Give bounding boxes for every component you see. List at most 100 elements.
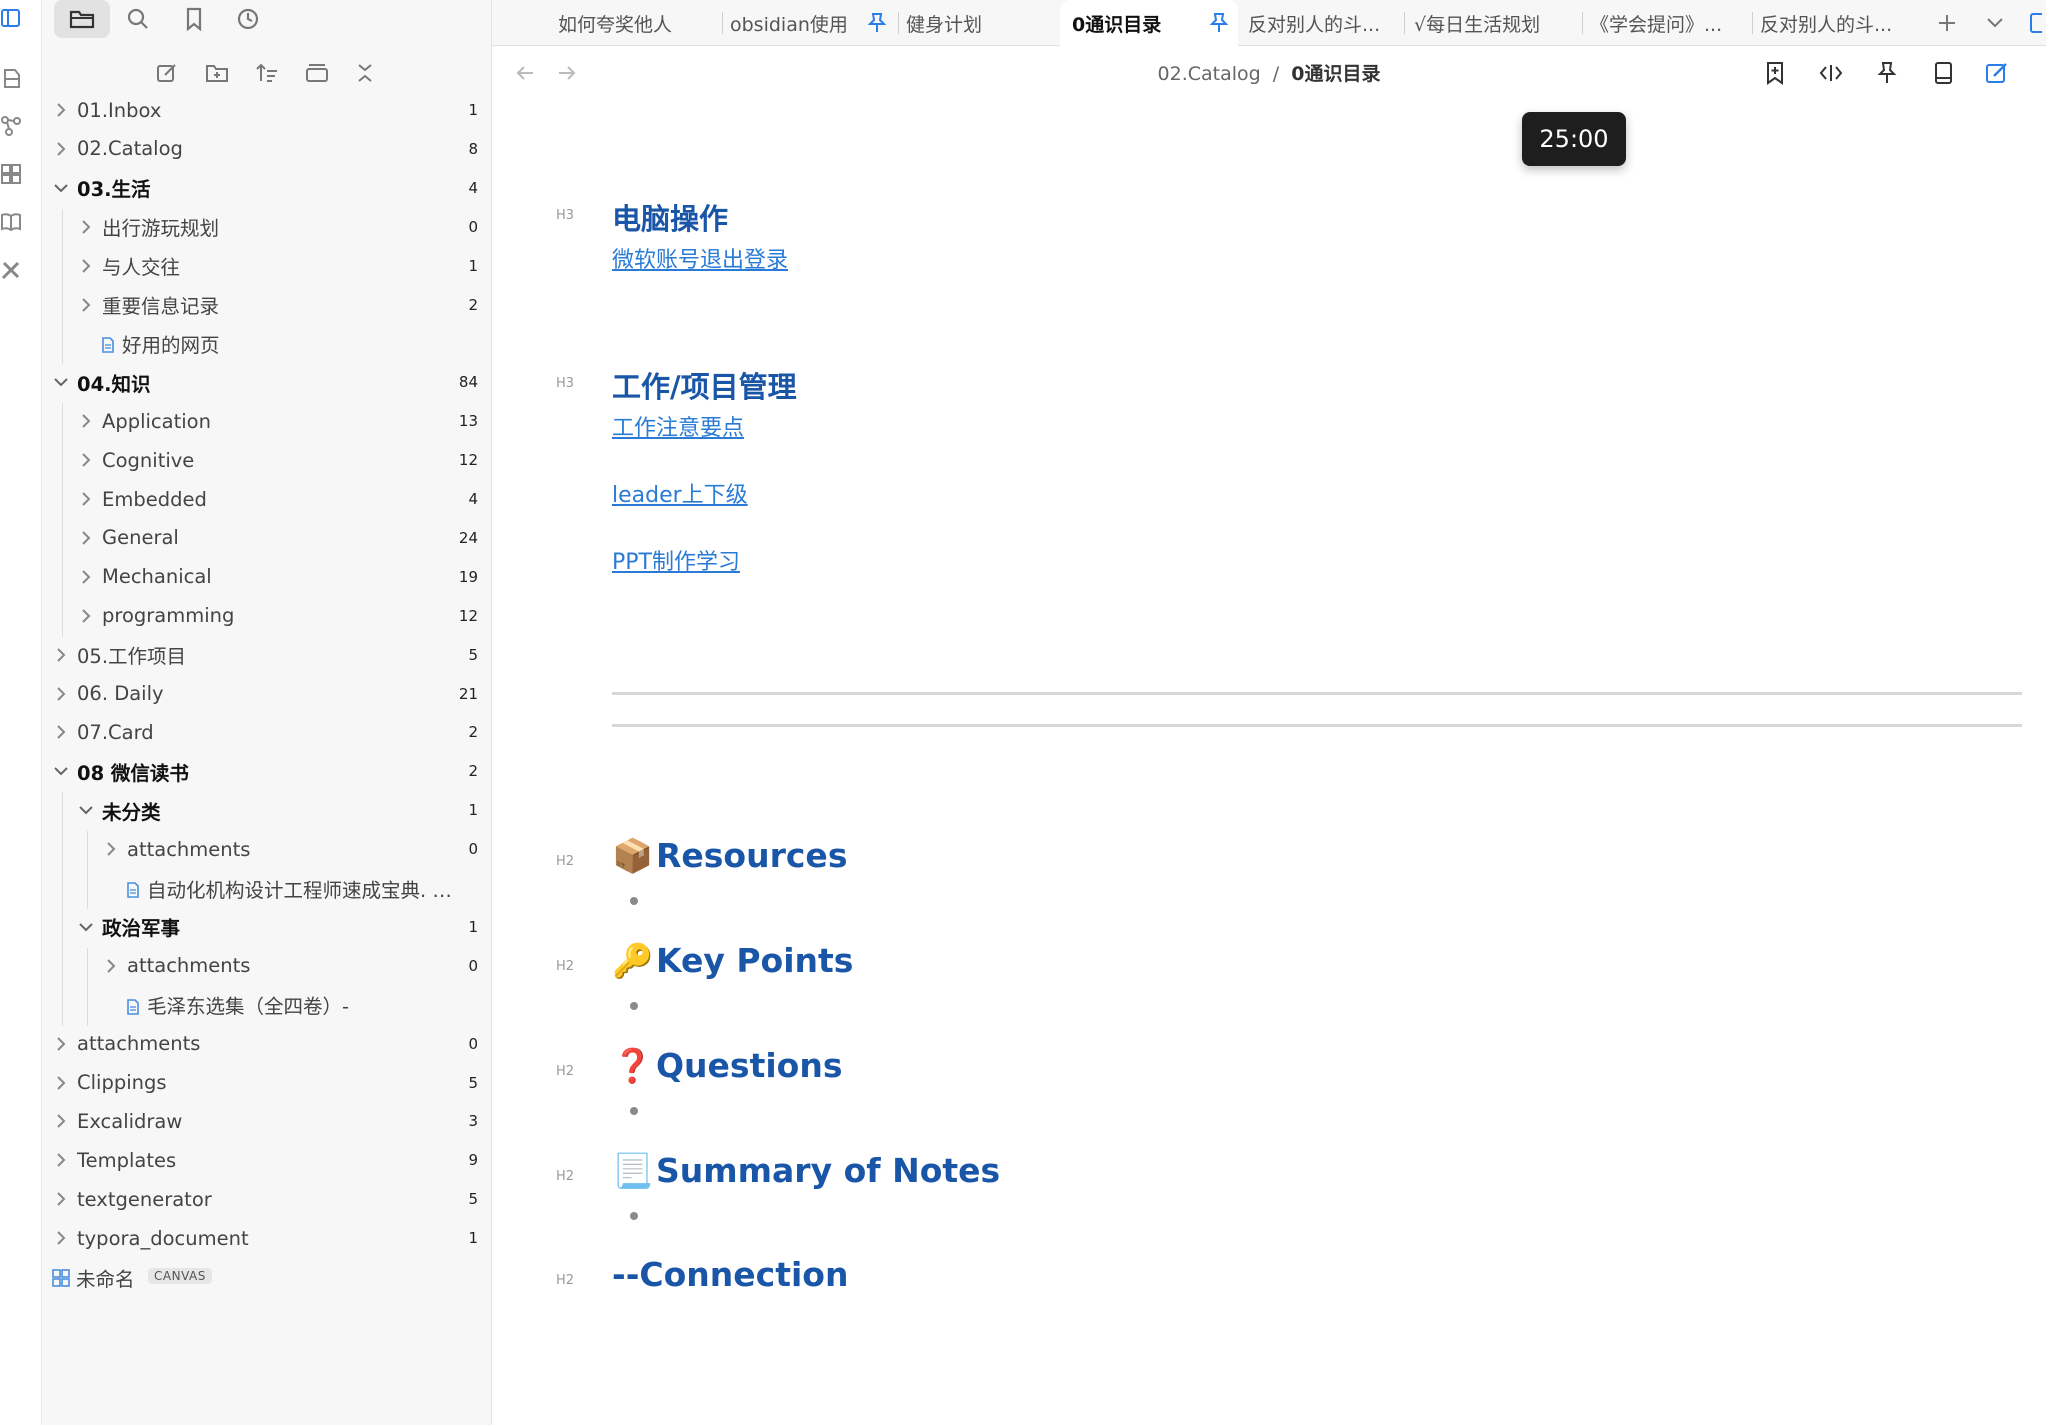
tab-3[interactable]: 0通识目录: [1060, 0, 1238, 46]
add-bookmark-icon[interactable]: [1760, 58, 1790, 88]
pomodoro-timer[interactable]: 25:00: [1522, 112, 1626, 166]
chevron-down-icon[interactable]: [1980, 8, 2010, 38]
tree-folder[interactable]: Application 13: [42, 403, 492, 439]
chevron-down-icon[interactable]: [52, 373, 70, 391]
chevron-right-icon[interactable]: [77, 296, 95, 314]
tree-folder[interactable]: 08 微信读书 2: [42, 753, 492, 789]
chevron-right-icon[interactable]: [77, 218, 95, 236]
tree-folder[interactable]: attachments 0: [42, 948, 492, 984]
tree-folder[interactable]: 重要信息记录 2: [42, 287, 492, 323]
tree-folder[interactable]: 04.知识 84: [42, 364, 492, 400]
chevron-down-icon[interactable]: [52, 179, 70, 197]
collapse-icon[interactable]: [300, 56, 334, 90]
tree-folder[interactable]: Clippings 5: [42, 1065, 492, 1101]
tree-folder[interactable]: Mechanical 19: [42, 559, 492, 595]
edit-icon[interactable]: [1982, 58, 2012, 88]
tree-folder[interactable]: 02.Catalog 8: [42, 131, 492, 167]
tree-folder[interactable]: Templates 9: [42, 1142, 492, 1178]
tree-file[interactable]: 毛泽东选集（全四卷）-: [42, 987, 492, 1023]
chevron-right-icon[interactable]: [52, 1074, 70, 1092]
reading-view-icon[interactable]: [1928, 58, 1958, 88]
breadcrumb-file[interactable]: 0通识目录: [1291, 63, 1380, 85]
sidebar-toggle-icon[interactable]: [0, 4, 22, 32]
empty-bullet[interactable]: [630, 1107, 638, 1115]
chevron-down-icon[interactable]: [77, 801, 95, 819]
tree-folder[interactable]: attachments 0: [42, 831, 492, 867]
tree-folder[interactable]: General 24: [42, 520, 492, 556]
canvas-icon[interactable]: [0, 160, 22, 188]
empty-bullet[interactable]: [630, 897, 638, 905]
graph-icon[interactable]: [0, 112, 22, 140]
tree-folder[interactable]: 与人交往 1: [42, 248, 492, 284]
right-sidebar-toggle-icon[interactable]: [2024, 8, 2046, 38]
chevron-right-icon[interactable]: [52, 1112, 70, 1130]
bookmark-icon[interactable]: [166, 0, 222, 38]
chevron-right-icon[interactable]: [52, 1229, 70, 1247]
new-folder-icon[interactable]: [200, 56, 234, 90]
chevron-right-icon[interactable]: [77, 451, 95, 469]
chevron-right-icon[interactable]: [77, 257, 95, 275]
tree-folder[interactable]: 01.Inbox 1: [42, 92, 492, 128]
pin-icon[interactable]: [1872, 58, 1902, 88]
chevron-right-icon[interactable]: [52, 685, 70, 703]
empty-bullet[interactable]: [630, 1212, 638, 1220]
tree-folder[interactable]: 未分类 1: [42, 792, 492, 828]
sort-icon[interactable]: [250, 56, 284, 90]
close-all-icon[interactable]: [348, 56, 382, 90]
note-link[interactable]: 微软账号退出登录: [612, 242, 788, 274]
tree-file[interactable]: 自动化机构设计工程师速成宝典. 实战...: [42, 870, 492, 906]
chevron-right-icon[interactable]: [52, 1151, 70, 1169]
chevron-right-icon[interactable]: [52, 723, 70, 741]
tree-folder[interactable]: programming 12: [42, 598, 492, 634]
chevron-down-icon[interactable]: [77, 918, 95, 936]
chevron-right-icon[interactable]: [52, 140, 70, 158]
folder-icon[interactable]: [54, 0, 110, 38]
code-view-icon[interactable]: [1816, 58, 1846, 88]
tree-folder[interactable]: Cognitive 12: [42, 442, 492, 478]
tree-folder[interactable]: attachments 0: [42, 1026, 492, 1062]
search-icon[interactable]: [110, 0, 166, 38]
empty-bullet[interactable]: [630, 1002, 638, 1010]
tools-icon[interactable]: [0, 256, 22, 284]
chevron-right-icon[interactable]: [52, 1035, 70, 1053]
chevron-right-icon[interactable]: [52, 1190, 70, 1208]
tree-folder[interactable]: Embedded 4: [42, 481, 492, 517]
pin-icon[interactable]: [1209, 12, 1229, 39]
tab-0[interactable]: 如何夸奖他人: [552, 0, 720, 46]
tab-5[interactable]: √每日生活规划: [1408, 0, 1580, 46]
chevron-right-icon[interactable]: [52, 101, 70, 119]
note-link[interactable]: leader上下级: [612, 477, 748, 509]
tree-folder[interactable]: Excalidraw 3: [42, 1103, 492, 1139]
note-link[interactable]: 工作注意要点: [612, 410, 744, 442]
chevron-right-icon[interactable]: [77, 490, 95, 508]
clock-icon[interactable]: [220, 0, 276, 38]
chevron-right-icon[interactable]: [102, 957, 120, 975]
breadcrumb-folder[interactable]: 02.Catalog: [1158, 63, 1261, 85]
book-icon[interactable]: [0, 208, 22, 236]
files-icon[interactable]: [0, 64, 22, 92]
tab-7[interactable]: 反对别人的斗...: [1754, 0, 1926, 46]
new-tab-icon[interactable]: [1932, 8, 1962, 38]
tree-folder[interactable]: 05.工作项目 5: [42, 637, 492, 673]
tab-4[interactable]: 反对别人的斗...: [1242, 0, 1402, 46]
chevron-right-icon[interactable]: [77, 568, 95, 586]
tree-folder[interactable]: 出行游玩规划 0: [42, 209, 492, 245]
note-link[interactable]: PPT制作学习: [612, 544, 740, 576]
tab-1[interactable]: obsidian使用: [724, 0, 896, 46]
tree-folder[interactable]: 政治军事 1: [42, 909, 492, 945]
chevron-right-icon[interactable]: [52, 646, 70, 664]
tree-folder[interactable]: textgenerator 5: [42, 1181, 492, 1217]
new-note-icon[interactable]: [150, 56, 184, 90]
chevron-right-icon[interactable]: [102, 840, 120, 858]
tree-file[interactable]: 好用的网页: [42, 325, 492, 361]
chevron-right-icon[interactable]: [77, 529, 95, 547]
chevron-right-icon[interactable]: [77, 607, 95, 625]
chevron-right-icon[interactable]: [77, 412, 95, 430]
tab-6[interactable]: 《学会提问》...: [1584, 0, 1750, 46]
tree-canvas[interactable]: 未命名 CANVAS: [42, 1259, 492, 1295]
tree-folder[interactable]: 06. Daily 21: [42, 676, 492, 712]
tree-folder[interactable]: typora_document 1: [42, 1220, 492, 1256]
pin-icon[interactable]: [867, 12, 887, 39]
tree-folder[interactable]: 03.生活 4: [42, 170, 492, 206]
chevron-down-icon[interactable]: [52, 762, 70, 780]
